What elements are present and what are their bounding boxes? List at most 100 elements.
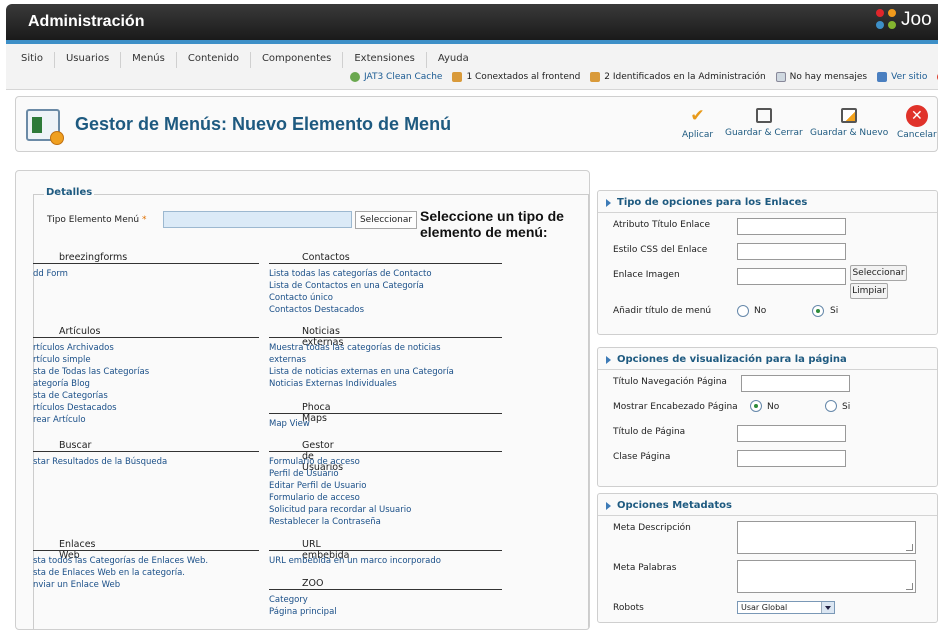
image-clear-button[interactable]: Limpiar (850, 283, 888, 299)
page-class-label: Clase Página (613, 452, 671, 462)
show-heading-no-radio[interactable] (750, 400, 762, 412)
details-legend: Detalles (44, 187, 95, 198)
menu-sitio[interactable]: Sitio (10, 52, 55, 68)
link-title-attr-input[interactable] (737, 218, 846, 235)
users-icon (590, 72, 601, 82)
menu-type-link[interactable]: sta de Enlaces Web en la categoría. (33, 567, 185, 579)
page-title-label: Título de Página (613, 427, 686, 437)
show-heading-label: Mostrar Encabezado Página (613, 402, 738, 412)
meta-keywords-label: Meta Palabras (613, 563, 677, 573)
admin-title: Administración (28, 13, 145, 30)
menu-type-link[interactable]: Category (269, 594, 308, 606)
link-image-label: Enlace Imagen (613, 270, 680, 280)
main-menu: Sitio Usuarios Menús Contenido Component… (10, 52, 480, 68)
menu-type-link[interactable]: Contacto único (269, 292, 333, 304)
add-title-yes-radio[interactable] (812, 305, 824, 317)
robots-label: Robots (613, 603, 644, 613)
menu-type-link[interactable]: sta de Todas las Categorías (33, 366, 149, 378)
link-image-input[interactable] (737, 268, 846, 285)
group-title: Buscar (59, 440, 92, 451)
menu-type-link[interactable]: star Resultados de la Búsqueda (33, 456, 167, 468)
menu-type-link[interactable]: nviar un Enlace Web (33, 579, 120, 591)
menu-type-link[interactable]: sta de Categorías (33, 390, 108, 402)
add-title-no-radio[interactable] (737, 305, 749, 317)
group-title: ZOO (302, 578, 324, 589)
radio-label: No (754, 306, 767, 316)
menu-type-link[interactable]: Map View (269, 418, 310, 430)
menu-type-link[interactable]: rtículos Destacados (33, 402, 117, 414)
menu-type-link[interactable]: URL embebida en un marco incorporado (269, 555, 441, 567)
meta-description-label: Meta Descripción (613, 523, 691, 533)
save-icon (755, 108, 772, 123)
meta-description-textarea[interactable] (737, 521, 916, 554)
radio-label: Si (842, 402, 851, 412)
messages-status: No hay mensajes (775, 72, 867, 82)
link-options-header[interactable]: Tipo de opciones para los Enlaces (606, 197, 807, 208)
menu-type-link[interactable]: Perfil de Usuario (269, 468, 339, 480)
menu-ayuda[interactable]: Ayuda (427, 52, 480, 68)
menu-type-link[interactable]: Lista de noticias externas en una Catego… (269, 366, 454, 378)
group-title: breezingforms (59, 252, 128, 263)
menu-type-link[interactable]: Solicitud para recordar al Usuario (269, 504, 411, 516)
group-title: Artículos (59, 326, 101, 337)
group-title: Contactos (302, 252, 350, 263)
cancel-button[interactable]: ✕ Cancelar (897, 105, 937, 140)
menu-type-link[interactable]: Formulario de acceso (269, 456, 360, 468)
link-css-label: Estilo CSS del Enlace (613, 245, 708, 255)
admin-header: Administración Joo (6, 4, 938, 40)
menu-item-type-input[interactable] (163, 211, 352, 228)
menu-type-link[interactable]: rear Artículo (33, 414, 86, 426)
menu-type-link[interactable]: Restablecer la Contraseña (269, 516, 381, 528)
clean-cache-link[interactable]: JAT3 Clean Cache (350, 72, 442, 82)
menu-componentes[interactable]: Componentes (251, 52, 344, 68)
page-class-input[interactable] (737, 450, 846, 467)
main-menu-bar: Sitio Usuarios Menús Contenido Component… (6, 44, 938, 90)
menu-type-link[interactable]: sta todos las Categorías de Enlaces Web. (33, 555, 208, 567)
menu-type-link[interactable]: Página principal (269, 606, 337, 618)
menu-type-link[interactable]: Lista todas las categorías de Contacto (269, 268, 432, 280)
expand-arrow-icon (606, 501, 611, 510)
save-close-button[interactable]: Guardar & Cerrar (725, 105, 803, 138)
menu-type-link[interactable]: Noticias Externas Individuales (269, 378, 397, 390)
menu-type-link[interactable]: Contactos Destacados (269, 304, 364, 316)
required-marker: * (142, 215, 147, 225)
page-display-header[interactable]: Opciones de visualización para la página (606, 354, 847, 365)
chevron-down-icon (821, 602, 834, 613)
check-icon: ✔ (690, 106, 705, 126)
menu-usuarios[interactable]: Usuarios (55, 52, 122, 68)
menu-type-link[interactable]: Lista de Contactos en una Categoría (269, 280, 424, 292)
menu-type-link[interactable]: dd Form (33, 268, 68, 280)
view-site-link[interactable]: Ver sitio (877, 72, 927, 82)
apply-button[interactable]: ✔ Aplicar (682, 105, 713, 140)
menu-type-link[interactable]: rtículos Archivados (33, 342, 114, 354)
select-type-button[interactable]: Seleccionar (355, 211, 417, 229)
meta-keywords-textarea[interactable] (737, 560, 916, 593)
menu-type-link[interactable]: Formulario de acceso (269, 492, 360, 504)
menu-type-link[interactable]: Editar Perfil de Usuario (269, 480, 366, 492)
cache-icon (350, 72, 360, 82)
page-title-input[interactable] (737, 425, 846, 442)
menu-extensiones[interactable]: Extensiones (343, 52, 427, 68)
menu-type-link[interactable]: Muestra todas las categorías de noticias (269, 342, 441, 354)
menu-manager-icon (26, 109, 64, 145)
metadata-header[interactable]: Opciones Metadatos (606, 500, 732, 511)
robots-select[interactable]: Usar Global (737, 601, 835, 614)
joomla-logo-text: Joo (901, 9, 932, 30)
menu-type-link[interactable]: rtículo simple (33, 354, 91, 366)
select-type-message: Seleccione un tipo de elemento de menú: (420, 208, 564, 240)
radio-label: Si (830, 306, 839, 316)
save-new-icon (841, 108, 858, 123)
menu-type-link[interactable]: ategoría Blog (33, 378, 90, 390)
save-new-button[interactable]: Guardar & Nuevo (810, 105, 888, 138)
joomla-logo[interactable]: Joo (876, 9, 932, 31)
menu-contenido[interactable]: Contenido (177, 52, 251, 68)
menu-type-link[interactable]: externas (269, 354, 306, 366)
link-css-input[interactable] (737, 243, 846, 260)
image-select-button[interactable]: Seleccionar (850, 265, 907, 281)
show-heading-yes-radio[interactable] (825, 400, 837, 412)
joomla-logo-icon (876, 9, 898, 31)
status-bar: JAT3 Clean Cache 1 Conextados al fronten… (350, 72, 938, 82)
menu-menus[interactable]: Menús (121, 52, 177, 68)
nav-title-label: Título Navegación Página (613, 377, 727, 387)
nav-title-input[interactable] (741, 375, 850, 392)
